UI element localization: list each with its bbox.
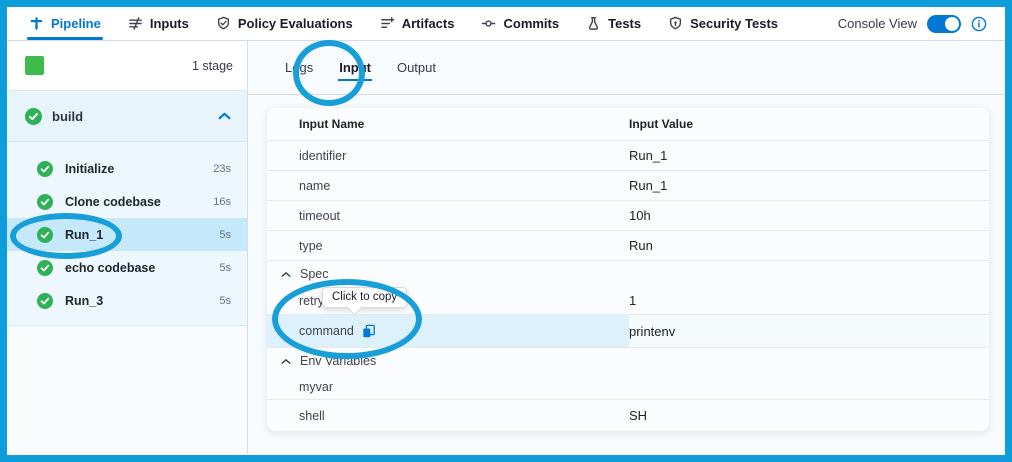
table-row-identifier[interactable]: identifier Run_1 bbox=[267, 141, 989, 171]
nav-right-controls: Console View bbox=[838, 15, 987, 33]
step-duration: 5s bbox=[219, 295, 231, 307]
nav-tab-security-tests[interactable]: Security Tests bbox=[668, 7, 778, 40]
step-run-3[interactable]: Run_3 5s bbox=[7, 284, 247, 317]
stage-group-build[interactable]: build bbox=[7, 91, 247, 141]
step-run-1[interactable]: Run_1 5s bbox=[7, 218, 247, 251]
top-navigation: Pipeline Inputs Policy Evaluations Artif… bbox=[7, 7, 1005, 41]
tests-icon bbox=[586, 16, 601, 31]
chevron-up-icon[interactable] bbox=[281, 358, 291, 365]
tab-logs[interactable]: Logs bbox=[285, 54, 313, 81]
policy-evaluations-icon bbox=[216, 16, 231, 31]
console-view-label: Console View bbox=[838, 16, 917, 31]
stage-group-label: build bbox=[52, 109, 83, 124]
nav-tab-label: Artifacts bbox=[402, 16, 455, 31]
nav-tab-label: Inputs bbox=[150, 16, 189, 31]
input-value-cell: Run_1 bbox=[629, 148, 989, 163]
success-check-icon bbox=[25, 108, 42, 125]
toggle-knob bbox=[945, 17, 959, 31]
table-header-row: Input Name Input Value bbox=[267, 108, 989, 141]
step-duration: 5s bbox=[219, 229, 231, 241]
copy-icon[interactable] bbox=[362, 324, 376, 339]
input-name-cell: myvar bbox=[267, 374, 629, 399]
input-name-cell: command bbox=[299, 324, 354, 338]
step-details-panel: Logs Input Output Input Name Input Value… bbox=[248, 41, 1005, 454]
step-initialize[interactable]: Initialize 23s bbox=[7, 152, 247, 185]
nav-tab-inputs[interactable]: Inputs bbox=[128, 7, 189, 40]
inputs-icon bbox=[128, 16, 143, 31]
input-name-cell: name bbox=[267, 171, 629, 200]
success-check-icon bbox=[37, 194, 53, 210]
success-check-icon bbox=[37, 293, 53, 309]
input-name-cell: type bbox=[267, 231, 629, 260]
stage-count: 1 stage bbox=[192, 59, 233, 73]
step-label: Run_1 bbox=[65, 228, 103, 242]
table-row-name[interactable]: name Run_1 bbox=[267, 171, 989, 201]
tab-input[interactable]: Input bbox=[339, 54, 371, 81]
section-row-spec[interactable]: Spec bbox=[267, 261, 989, 287]
step-duration: 5s bbox=[219, 262, 231, 274]
table-row-timeout[interactable]: timeout 10h bbox=[267, 201, 989, 231]
input-value-cell: Run bbox=[629, 238, 989, 253]
console-view-toggle[interactable] bbox=[927, 15, 961, 33]
input-name-cell: shell bbox=[267, 400, 629, 431]
table-row-command[interactable]: command printenv bbox=[267, 315, 989, 348]
copy-target-cell[interactable]: command bbox=[267, 315, 629, 347]
commits-icon bbox=[481, 16, 496, 31]
step-duration: 23s bbox=[213, 163, 231, 175]
input-table-card: Input Name Input Value identifier Run_1 … bbox=[267, 108, 989, 431]
artifacts-icon bbox=[380, 16, 395, 31]
success-check-icon bbox=[37, 161, 53, 177]
table-row-shell[interactable]: shell SH bbox=[267, 400, 989, 431]
top-nav-tabs: Pipeline Inputs Policy Evaluations Artif… bbox=[29, 7, 778, 40]
input-name-cell: identifier bbox=[267, 141, 629, 170]
app-window: Pipeline Inputs Policy Evaluations Artif… bbox=[0, 0, 1012, 462]
nav-tab-policy-evaluations[interactable]: Policy Evaluations bbox=[216, 7, 353, 40]
step-list: Initialize 23s Clone codebase 16s Run_1 … bbox=[7, 141, 247, 326]
step-label: Run_3 bbox=[65, 294, 103, 308]
input-value-cell: 1 bbox=[629, 293, 989, 308]
input-value-cell: Run_1 bbox=[629, 178, 989, 193]
info-icon[interactable] bbox=[971, 16, 987, 32]
nav-tab-label: Tests bbox=[608, 16, 641, 31]
nav-tab-label: Commits bbox=[503, 16, 559, 31]
input-value-cell: SH bbox=[629, 408, 989, 423]
step-label: echo codebase bbox=[65, 261, 155, 275]
pipeline-icon bbox=[29, 16, 44, 31]
section-row-env-variables[interactable]: Env Variables bbox=[267, 348, 989, 374]
nav-tab-label: Policy Evaluations bbox=[238, 16, 353, 31]
table-row-myvar[interactable]: myvar bbox=[267, 374, 989, 400]
table-row-type[interactable]: type Run bbox=[267, 231, 989, 261]
pipeline-stage-sidebar: 1 stage build Initialize 23s Clone codeb… bbox=[7, 41, 248, 454]
nav-tab-tests[interactable]: Tests bbox=[586, 7, 641, 40]
column-header-input-value: Input Value bbox=[629, 117, 989, 131]
input-value-cell: 10h bbox=[629, 208, 989, 223]
section-label: Spec bbox=[300, 267, 329, 281]
step-label: Clone codebase bbox=[65, 195, 161, 209]
stage-summary-row[interactable]: 1 stage bbox=[7, 41, 247, 91]
detail-tabs: Logs Input Output bbox=[248, 41, 1005, 95]
copy-tooltip: Click to copy bbox=[322, 287, 407, 308]
security-tests-icon bbox=[668, 16, 683, 31]
nav-tab-commits[interactable]: Commits bbox=[481, 7, 559, 40]
input-name-cell: timeout bbox=[267, 201, 629, 230]
nav-tab-pipeline[interactable]: Pipeline bbox=[29, 7, 101, 40]
chevron-up-icon[interactable] bbox=[281, 271, 291, 278]
section-label: Env Variables bbox=[300, 354, 376, 368]
step-duration: 16s bbox=[213, 196, 231, 208]
chevron-up-icon[interactable] bbox=[218, 112, 231, 120]
success-check-icon bbox=[37, 227, 53, 243]
step-echo-codebase[interactable]: echo codebase 5s bbox=[7, 251, 247, 284]
nav-tab-label: Pipeline bbox=[51, 16, 101, 31]
column-header-input-name: Input Name bbox=[267, 108, 629, 140]
success-check-icon bbox=[37, 260, 53, 276]
nav-tab-label: Security Tests bbox=[690, 16, 778, 31]
stage-status-square bbox=[25, 56, 44, 75]
step-clone-codebase[interactable]: Clone codebase 16s bbox=[7, 185, 247, 218]
tab-output[interactable]: Output bbox=[397, 54, 436, 81]
nav-tab-artifacts[interactable]: Artifacts bbox=[380, 7, 455, 40]
input-value-cell: printenv bbox=[629, 324, 989, 339]
step-label: Initialize bbox=[65, 162, 114, 176]
